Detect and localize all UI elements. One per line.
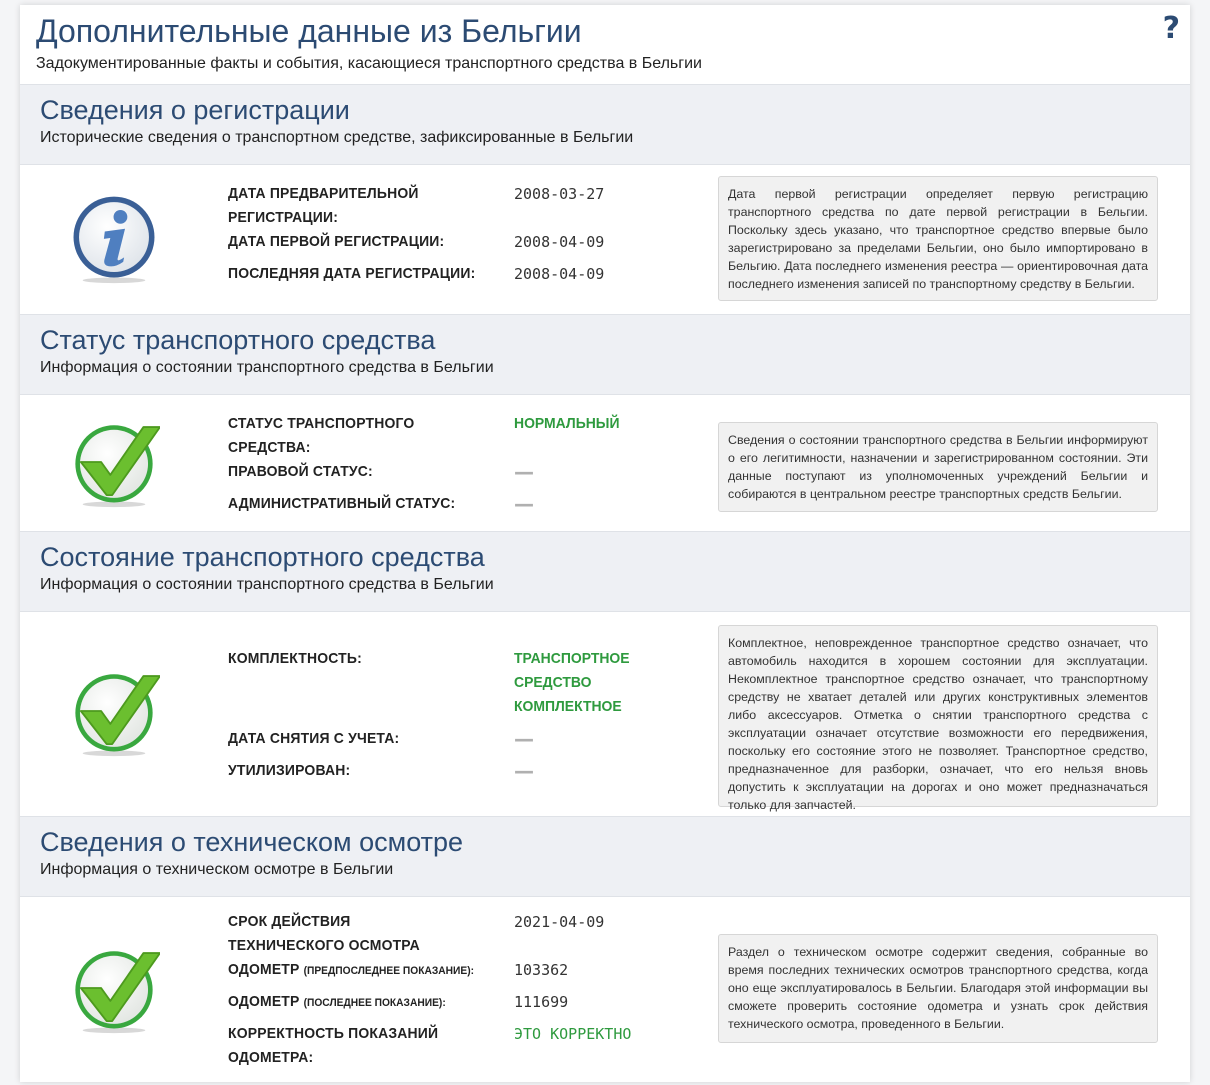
value-completeness: Транспортное средство комплектное <box>514 650 630 715</box>
label-pre-registration: Дата предварительной регистрации: <box>228 185 419 226</box>
section-subtitle: Информация о состоянии транспортного сре… <box>40 359 494 376</box>
registration-note: Дата первой регистрации определяет перву… <box>718 176 1158 301</box>
section-condition-header: Состояние транспортного средства Информа… <box>20 531 1190 612</box>
page-title: Дополнительные данные из Бельгии <box>36 13 582 49</box>
section-title: Сведения о регистрации <box>40 95 350 125</box>
help-icon[interactable]: ? <box>1163 11 1180 46</box>
page-subtitle: Задокументированные факты и события, кас… <box>36 55 702 72</box>
section-subtitle: Информация о состоянии транспортного сре… <box>40 576 494 593</box>
status-note: Сведения о состоянии транспортного средс… <box>718 422 1158 512</box>
section-subtitle: Исторические сведения о транспортном сре… <box>40 129 634 146</box>
checkmark-icon <box>75 425 160 508</box>
section-status-body: Статус транспортного средства: Нормальны… <box>20 394 1190 531</box>
label-first-registration: Дата первой регистрации: <box>228 233 445 250</box>
section-condition-body: Комплектность: Транспортное средство ком… <box>20 611 1190 816</box>
label-odometer-correctness: Корректность показаний одометра: <box>228 1025 439 1066</box>
section-title: Состояние транспортного средства <box>40 542 485 572</box>
value-admin-status: — <box>514 492 534 516</box>
label-odometer-previous: Одометр (предпоследнее показание): <box>228 961 475 978</box>
label-scrapped: Утилизирован: <box>228 762 351 779</box>
label-last-registration: Последняя дата регистрации: <box>228 265 476 282</box>
value-legal-status: — <box>514 460 534 484</box>
section-inspection-body: Срок действия технического осмотра 2021-… <box>20 896 1190 1082</box>
main-header: Дополнительные данные из Бельгии Задокум… <box>20 5 1190 86</box>
label-vehicle-status: Статус транспортного средства: <box>228 415 415 456</box>
label-legal-status: Правовой статус: <box>228 463 373 480</box>
checkmark-icon <box>75 674 160 757</box>
value-inspection-validity: 2021-04-09 <box>514 913 605 931</box>
label-inspection-validity: Срок действия технического осмотра <box>228 913 420 954</box>
label-odometer-last: Одометр (последнее показание): <box>228 993 446 1010</box>
label-deregistration-date: Дата снятия с учета: <box>228 730 400 747</box>
value-first-registration: 2008-04-09 <box>514 233 605 251</box>
label-completeness: Комплектность: <box>228 650 362 667</box>
value-odometer-correctness: ЭТО КОРРЕКТНО <box>514 1025 632 1043</box>
value-deregistration-date: — <box>514 727 534 751</box>
section-title: Статус транспортного средства <box>40 325 436 355</box>
value-vehicle-status: Нормальный <box>514 415 620 432</box>
section-title: Сведения о техническом осмотре <box>40 827 464 857</box>
report-card: Дополнительные данные из Бельгии Задокум… <box>20 5 1190 1082</box>
info-icon <box>73 196 155 284</box>
checkmark-icon <box>75 951 160 1034</box>
value-pre-registration: 2008-03-27 <box>514 185 605 203</box>
section-subtitle: Информация о техническом осмотре в Бельг… <box>40 861 394 878</box>
value-odometer-last: 111699 <box>514 993 569 1011</box>
value-last-registration: 2008-04-09 <box>514 265 605 283</box>
section-status-header: Статус транспортного средства Информация… <box>20 314 1190 395</box>
label-admin-status: Административный статус: <box>228 495 456 512</box>
section-inspection-header: Сведения о техническом осмотре Информаци… <box>20 816 1190 897</box>
inspection-note: Раздел о техническом осмотре содержит св… <box>718 934 1158 1043</box>
value-scrapped: — <box>514 759 534 783</box>
section-registration-header: Сведения о регистрации Исторические свед… <box>20 84 1190 165</box>
section-registration-body: Дата предварительной регистрации: 2008-0… <box>20 164 1190 314</box>
value-odometer-previous: 103362 <box>514 961 569 979</box>
condition-note: Комплектное, неповрежденное транспортное… <box>718 625 1158 812</box>
